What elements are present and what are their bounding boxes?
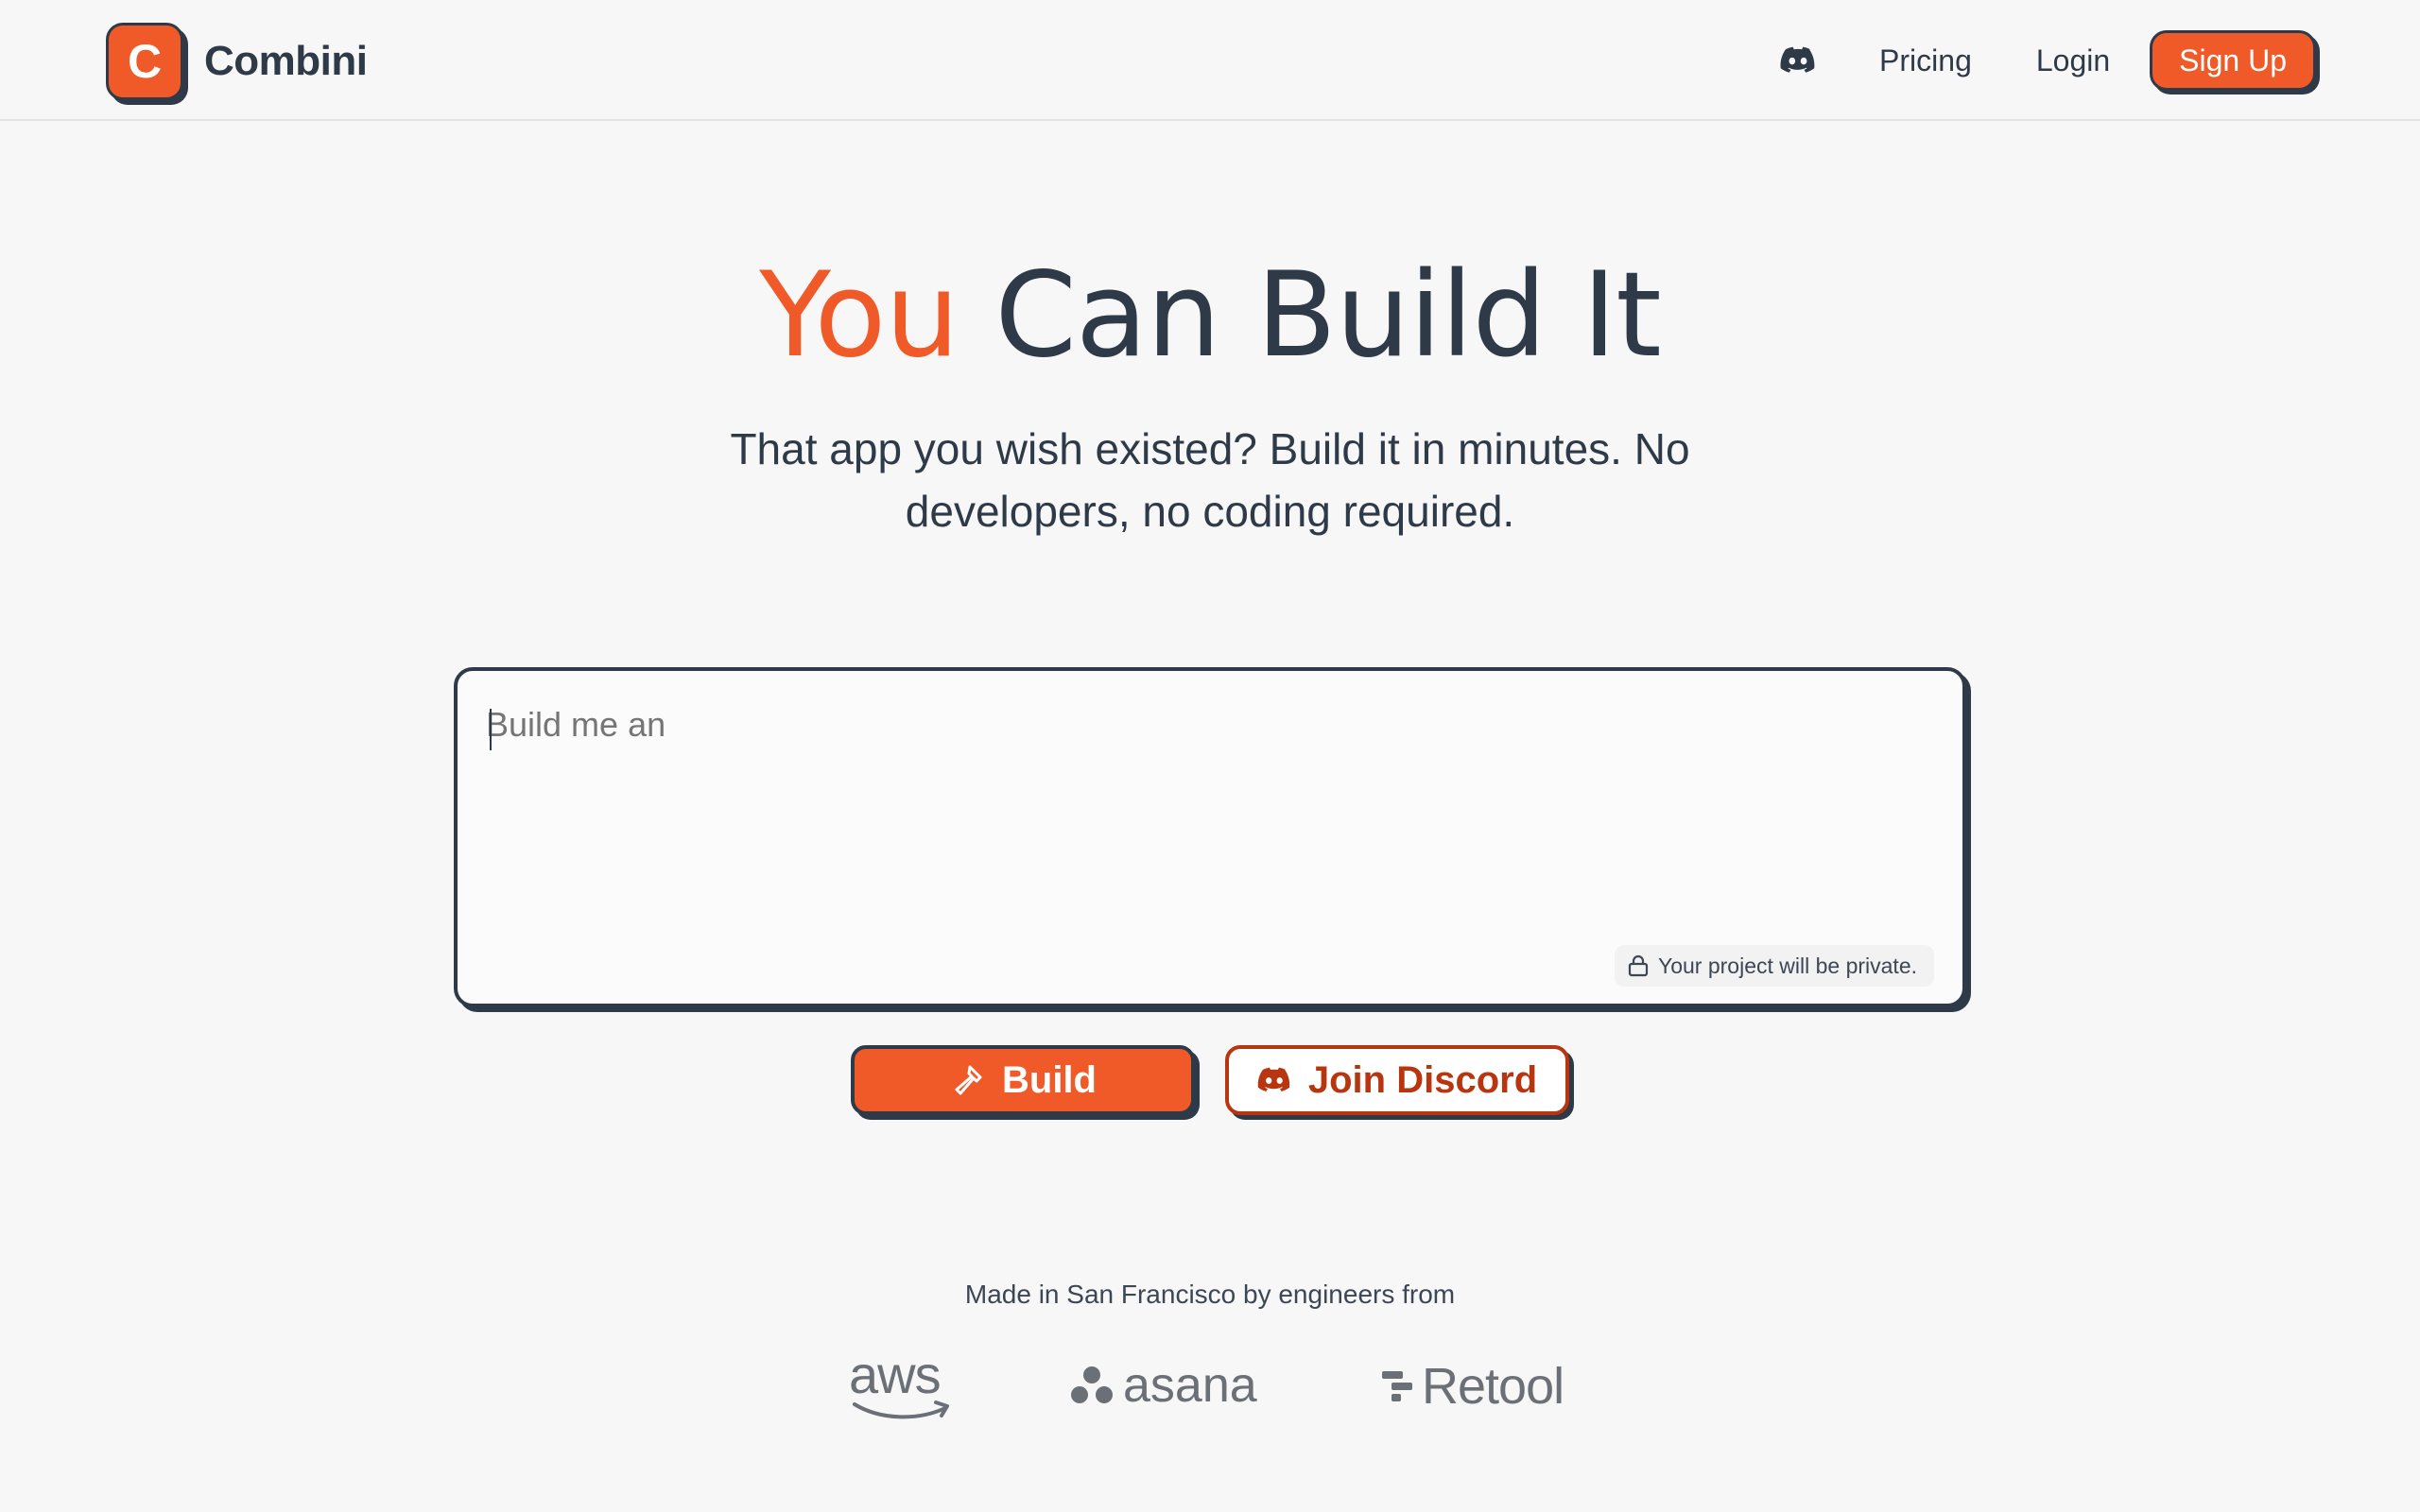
build-button-label: Build bbox=[1002, 1058, 1097, 1101]
retool-mark-icon bbox=[1382, 1371, 1412, 1401]
nav-pricing-link[interactable]: Pricing bbox=[1879, 43, 1972, 78]
nav-links: Pricing Login Sign Up bbox=[1775, 28, 2316, 93]
brand-name: Combini bbox=[204, 38, 368, 84]
hero-subtitle: That app you wish existed? Build it in m… bbox=[730, 424, 1690, 536]
aws-logo: aws bbox=[849, 1344, 949, 1419]
prompt-input[interactable] bbox=[486, 705, 1904, 913]
retool-wordmark: Retool bbox=[1422, 1358, 1564, 1415]
join-discord-button[interactable]: Join Discord bbox=[1225, 1045, 1569, 1115]
text-caret bbox=[490, 709, 492, 750]
retool-logo: Retool bbox=[1380, 1357, 1564, 1416]
privacy-note-text: Your project will be private. bbox=[1657, 953, 1917, 978]
lock-icon bbox=[1628, 954, 1649, 977]
aws-wordmark: aws bbox=[849, 1345, 942, 1404]
top-navbar: C Combini Pricing Login Sign Up bbox=[0, 0, 2420, 121]
asana-wordmark: asana bbox=[1123, 1358, 1257, 1413]
asana-logo: asana bbox=[1070, 1357, 1257, 1414]
prompt-box: Your project will be private. bbox=[454, 667, 1966, 1007]
hammer-icon bbox=[949, 1062, 985, 1098]
made-in-text: Made in San Francisco by engineers from bbox=[964, 1280, 1456, 1309]
privacy-badge: Your project will be private. bbox=[1614, 945, 1934, 987]
title-accent: You bbox=[759, 248, 959, 384]
page-title: You Can Build It bbox=[0, 248, 2420, 384]
asana-dots-icon bbox=[1071, 1366, 1113, 1403]
brand-logo[interactable]: C Combini bbox=[106, 23, 368, 100]
signup-button[interactable]: Sign Up bbox=[2150, 30, 2316, 91]
aws-smile-icon bbox=[853, 1400, 949, 1419]
join-discord-label: Join Discord bbox=[1307, 1058, 1538, 1101]
discord-icon[interactable] bbox=[1775, 38, 1821, 83]
discord-icon bbox=[1257, 1067, 1291, 1093]
title-rest: Can Build It bbox=[994, 248, 1661, 384]
company-logos: aws asana Retool bbox=[0, 1342, 2420, 1436]
build-button[interactable]: Build bbox=[851, 1045, 1195, 1115]
nav-login-link[interactable]: Login bbox=[2036, 43, 2110, 78]
logo-mark: C bbox=[106, 23, 183, 100]
